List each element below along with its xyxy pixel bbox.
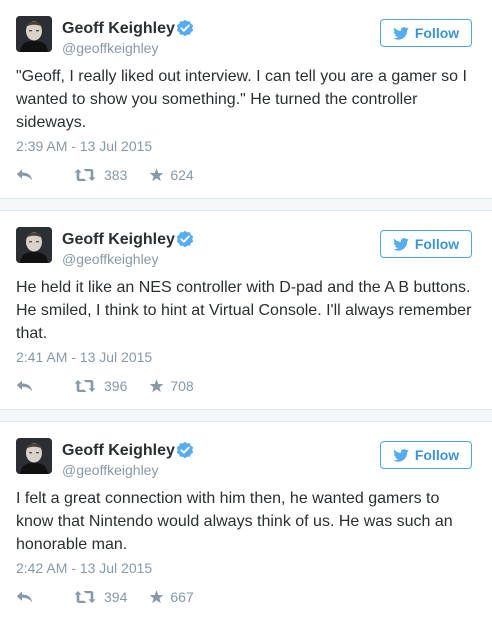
- author-handle[interactable]: @geoffkeighley: [62, 40, 158, 56]
- follow-label: Follow: [414, 447, 460, 463]
- tweet-card: Geoff Keighley @geoffkeighley Follow I f…: [0, 422, 492, 618]
- follow-button[interactable]: Follow: [380, 441, 472, 469]
- avatar[interactable]: [16, 227, 52, 263]
- reply-icon: [16, 380, 33, 392]
- avatar-icon: [16, 16, 52, 52]
- follow-label: Follow: [414, 25, 460, 41]
- follow-button[interactable]: Follow: [380, 19, 472, 47]
- twitter-bird-icon: [393, 26, 409, 40]
- star-icon: [149, 168, 164, 182]
- avatar-icon: [16, 227, 52, 263]
- twitter-bird-icon: [393, 448, 409, 462]
- retweet-count: 383: [104, 167, 128, 183]
- twitter-bird-icon: [393, 237, 409, 251]
- avatar[interactable]: [16, 438, 52, 474]
- author-name[interactable]: Geoff Keighley: [62, 442, 175, 460]
- reply-button[interactable]: [16, 166, 36, 184]
- tweet-timestamp[interactable]: 2:42 AM - 13 Jul 2015: [16, 560, 152, 576]
- reply-button[interactable]: [16, 588, 36, 606]
- retweet-button[interactable]: 396: [74, 378, 127, 394]
- tweet-separator: [0, 409, 492, 422]
- like-count: 667: [170, 589, 194, 605]
- reply-button[interactable]: [16, 377, 36, 395]
- author-handle[interactable]: @geoffkeighley: [62, 251, 158, 267]
- tweet-text: I felt a great connection with him then,…: [16, 490, 453, 553]
- retweet-count: 394: [104, 589, 128, 605]
- tweet-separator: [0, 198, 492, 211]
- author-name[interactable]: Geoff Keighley: [62, 20, 175, 38]
- author-handle[interactable]: @geoffkeighley: [62, 462, 158, 478]
- avatar-icon: [16, 438, 52, 474]
- like-count: 624: [170, 167, 194, 183]
- like-button[interactable]: 624: [149, 167, 194, 183]
- follow-button[interactable]: Follow: [380, 230, 472, 258]
- like-button[interactable]: 667: [149, 589, 194, 605]
- retweet-icon: [74, 591, 96, 603]
- tweet-timestamp[interactable]: 2:39 AM - 13 Jul 2015: [16, 138, 152, 154]
- tweet-text: "Geoff, I really liked out interview. I …: [16, 68, 467, 131]
- like-button[interactable]: 708: [149, 378, 194, 394]
- follow-label: Follow: [414, 236, 460, 252]
- avatar[interactable]: [16, 16, 52, 52]
- tweet-timestamp[interactable]: 2:41 AM - 13 Jul 2015: [16, 349, 152, 365]
- tweet-card: Geoff Keighley @geoffkeighley Follow He …: [0, 211, 492, 407]
- retweet-count: 396: [104, 378, 128, 394]
- reply-icon: [16, 169, 33, 181]
- retweet-button[interactable]: 383: [74, 167, 127, 183]
- star-icon: [149, 379, 164, 393]
- verified-badge-icon: [176, 19, 194, 37]
- like-count: 708: [170, 378, 194, 394]
- star-icon: [149, 590, 164, 604]
- retweet-icon: [74, 380, 96, 392]
- tweet-actions: 396 708: [16, 377, 194, 395]
- verified-badge-icon: [176, 230, 194, 248]
- tweet-actions: 383 624: [16, 166, 194, 184]
- author-name[interactable]: Geoff Keighley: [62, 231, 175, 249]
- retweet-button[interactable]: 394: [74, 589, 127, 605]
- tweet-text: He held it like an NES controller with D…: [16, 279, 472, 342]
- reply-icon: [16, 591, 33, 603]
- tweet-card: Geoff Keighley @geoffkeighley Follow "Ge…: [0, 0, 492, 196]
- verified-badge-icon: [176, 441, 194, 459]
- retweet-icon: [74, 169, 96, 181]
- tweet-actions: 394 667: [16, 588, 194, 606]
